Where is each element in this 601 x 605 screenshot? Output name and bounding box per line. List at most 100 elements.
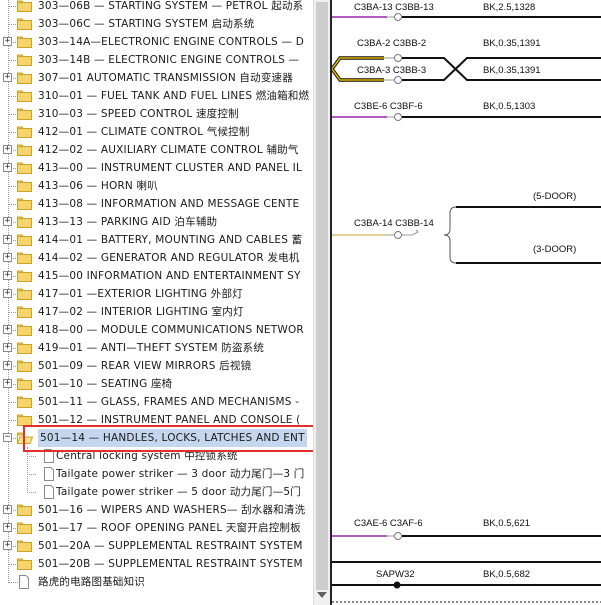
tree-folder-item[interactable]: +417—01 —EXTERIOR LIGHTING 外部灯 — [0, 285, 313, 303]
connector-pin-icon — [394, 231, 402, 239]
tree-leaf-item[interactable]: Tailgate power striker — 3 door 动力尾门—3 门 — [0, 465, 313, 483]
connector-pin-icon — [394, 532, 402, 540]
expand-icon[interactable]: + — [3, 73, 12, 82]
folder-icon — [17, 396, 32, 408]
tree-folder-item[interactable]: +501—10 — SEATING 座椅 — [0, 375, 313, 393]
splice-label: SAPW32 — [376, 569, 415, 580]
tree-folder-item[interactable]: 501—11 — GLASS, FRAMES AND MECHANISMS - — [0, 393, 313, 411]
wiring-diagram: C3BA-13 C3BB-13 BK,2.5,1328 C3BA-2 C3BB-… — [332, 2, 601, 603]
folder-icon — [17, 378, 32, 390]
expand-icon[interactable]: + — [3, 541, 12, 550]
tree-folder-item[interactable]: 413—08 — INFORMATION AND MESSAGE CENTE — [0, 195, 313, 213]
folder-icon — [17, 72, 32, 84]
tree-item-label: 501—09 — REAR VIEW MIRRORS 后视镜 — [38, 360, 252, 372]
tree-folder-item[interactable]: +501—16 — WIPERS AND WASHERS— 刮水器和清洗 — [0, 501, 313, 519]
tree-folder-item[interactable]: +413—13 — PARKING AID 泊车辅助 — [0, 213, 313, 231]
folder-icon — [17, 126, 32, 138]
tree-item-label: 310—01 — FUEL TANK AND FUEL LINES 燃油箱和燃 — [38, 90, 310, 102]
folder-icon — [17, 306, 32, 318]
folder-icon — [17, 90, 32, 102]
expand-icon[interactable]: + — [3, 253, 12, 262]
scrollbar-thumb[interactable] — [316, 2, 328, 590]
three-door-label: (3-DOOR) — [533, 244, 576, 255]
tree-item-label: 414—01 — BATTERY, MOUNTING AND CABLES 蓄 — [38, 234, 303, 246]
tree-folder-item[interactable]: 413—06 — HORN 喇叭 — [0, 177, 313, 195]
tree-folder-item[interactable]: +419—01 — ANTI—THEFT SYSTEM 防盗系统 — [0, 339, 313, 357]
tree-item-label: 310—03 — SPEED CONTROL 速度控制 — [38, 108, 239, 120]
tree-branch-line — [27, 456, 36, 457]
tree-item-label: 501—11 — GLASS, FRAMES AND MECHANISMS - — [38, 396, 300, 408]
wire-label-4: BK,0.5,1303 — [483, 101, 535, 112]
tree-item-label: 501—17 — ROOF OPENING PANEL 天窗开启控制板 — [38, 522, 301, 534]
tree-folder-item[interactable]: +414—01 — BATTERY, MOUNTING AND CABLES 蓄 — [0, 231, 313, 249]
tree-folder-item[interactable]: +414—02 — GENERATOR AND REGULATOR 发电机 — [0, 249, 313, 267]
expand-icon[interactable]: + — [3, 343, 12, 352]
tree-branch-line — [27, 492, 36, 493]
document-icon — [19, 575, 29, 589]
connector-label-5: C3BA-14 C3BB-14 — [354, 218, 434, 229]
connector-label-2: C3BA-2 C3BB-2 — [357, 38, 426, 49]
tree-folder-item[interactable]: +501—20A — SUPPLEMENTAL RESTRAINT SYSTEM — [0, 537, 313, 555]
tree-folder-item[interactable]: 303—14B — ELECTRONIC ENGINE CONTROLS — — [0, 51, 313, 69]
expand-icon[interactable]: + — [3, 217, 12, 226]
tree-folder-item[interactable]: 303—06C — STARTING SYSTEM 启动系统 — [0, 15, 313, 33]
folder-icon — [17, 180, 32, 192]
tree-branch-line — [27, 474, 36, 475]
tree-leaf-item[interactable]: 路虎的电路图基础知识 — [0, 573, 313, 591]
folder-icon — [17, 522, 32, 534]
tree-folder-item[interactable]: +412—02 — AUXILIARY CLIMATE CONTROL 辅助气 — [0, 141, 313, 159]
tree-item-label: Tailgate power striker — 5 door 动力尾门—5门 — [56, 486, 301, 498]
wire-label-6: BK,0.5,621 — [483, 518, 530, 529]
wire-label-1: BK,2.5,1328 — [483, 2, 535, 13]
folder-icon — [17, 234, 32, 246]
expand-icon[interactable]: + — [3, 505, 12, 514]
expand-icon[interactable]: + — [3, 379, 12, 388]
expand-icon[interactable]: + — [3, 271, 12, 280]
tree-folder-item[interactable]: +413—00 — INSTRUMENT CLUSTER AND PANEL I… — [0, 159, 313, 177]
tree-folder-item[interactable]: +415—00 INFORMATION AND ENTERTAINMENT SY — [0, 267, 313, 285]
tree-branch-line — [8, 582, 18, 583]
expand-icon[interactable]: + — [3, 235, 12, 244]
tree-item-label: 412—01 — CLIMATE CONTROL 气候控制 — [38, 126, 250, 138]
tree-item-label: 419—01 — ANTI—THEFT SYSTEM 防盗系统 — [38, 342, 265, 354]
scroll-down-arrow-icon[interactable] — [317, 592, 327, 598]
tree-folder-item[interactable]: +418—00 — MODULE COMMUNICATIONS NETWOR — [0, 321, 313, 339]
folder-icon — [17, 54, 32, 66]
tree-folder-item[interactable]: 412—01 — CLIMATE CONTROL 气候控制 — [0, 123, 313, 141]
connector-pin-icon — [394, 113, 402, 121]
tree-item-label: 303—14B — ELECTRONIC ENGINE CONTROLS — — [38, 54, 300, 66]
folder-icon — [17, 540, 32, 552]
tree-item-label: 418—00 — MODULE COMMUNICATIONS NETWOR — [38, 324, 304, 336]
tree-item-label: 501—10 — SEATING 座椅 — [38, 378, 173, 390]
expand-icon[interactable]: + — [3, 145, 12, 154]
tree-item-label: 417—01 —EXTERIOR LIGHTING 外部灯 — [38, 288, 243, 300]
tree-item-label: 501—16 — WIPERS AND WASHERS— 刮水器和清洗 — [38, 504, 306, 516]
folder-icon — [17, 270, 32, 282]
tree-folder-item[interactable]: 310—03 — SPEED CONTROL 速度控制 — [0, 105, 313, 123]
tree-folder-item[interactable]: 417—02 — INTERIOR LIGHTING 室内灯 — [0, 303, 313, 321]
expand-icon[interactable]: + — [3, 325, 12, 334]
tree-folder-item[interactable]: +501—09 — REAR VIEW MIRRORS 后视镜 — [0, 357, 313, 375]
folder-icon — [17, 144, 32, 156]
tree-leaf-item[interactable]: Tailgate power striker — 5 door 动力尾门—5门 — [0, 483, 313, 501]
tree-folder-item[interactable]: +303—14A—ELECTRONIC ENGINE CONTROLS — D — [0, 33, 313, 51]
wire-label-2: BK,0.35,1391 — [483, 38, 541, 49]
tree-folder-item[interactable]: 303—06B — STARTING SYSTEM — PETROL 起动系 — [0, 0, 313, 15]
expand-icon[interactable]: + — [3, 163, 12, 172]
tree-scrollbar[interactable] — [313, 0, 330, 605]
folder-icon — [17, 342, 32, 354]
expand-icon[interactable]: + — [3, 37, 12, 46]
connector-label-1: C3BA-13 C3BB-13 — [354, 2, 434, 13]
tree-folder-item[interactable]: 310—01 — FUEL TANK AND FUEL LINES 燃油箱和燃 — [0, 87, 313, 105]
tree-item-label: 501—20A — SUPPLEMENTAL RESTRAINT SYSTEM — [38, 540, 303, 552]
tree-folder-item[interactable]: 501—20B — SUPPLEMENTAL RESTRAINT SYSTEM — [0, 555, 313, 573]
tree-folder-item[interactable]: +307—01 AUTOMATIC TRANSMISSION 自动变速器 — [0, 69, 313, 87]
tree-item-label: 路虎的电路图基础知识 — [38, 576, 145, 588]
expand-icon[interactable]: + — [3, 361, 12, 370]
wire-label-3: BK,0.35,1391 — [483, 65, 541, 76]
expand-icon[interactable]: + — [3, 289, 12, 298]
collapse-icon[interactable]: − — [3, 433, 12, 442]
tree-item-label: 414—02 — GENERATOR AND REGULATOR 发电机 — [38, 252, 300, 264]
expand-icon[interactable]: + — [3, 523, 12, 532]
tree-folder-item[interactable]: +501—17 — ROOF OPENING PANEL 天窗开启控制板 — [0, 519, 313, 537]
